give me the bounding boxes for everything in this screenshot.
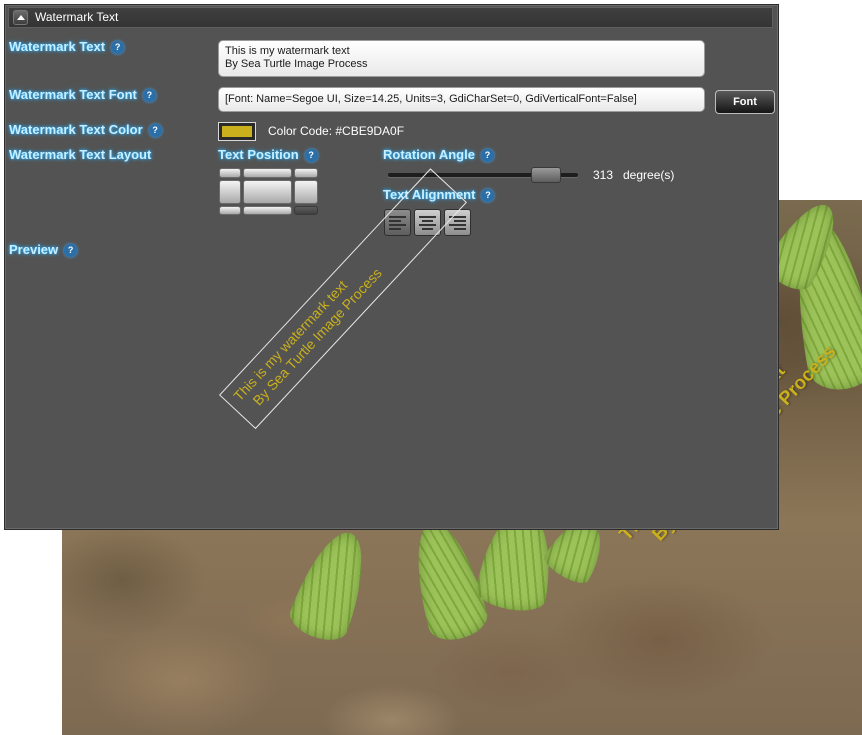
color-swatch[interactable]	[218, 122, 256, 141]
help-icon[interactable]: ?	[148, 124, 162, 137]
help-icon[interactable]: ?	[480, 149, 494, 162]
help-icon[interactable]: ?	[142, 89, 156, 102]
chevron-up-icon[interactable]	[13, 10, 28, 25]
panel-title: Watermark Text	[35, 10, 119, 24]
watermark-font-label: Watermark Text Font?	[9, 87, 156, 102]
rotation-value: 313	[593, 168, 614, 182]
watermark-text-label: Watermark Text?	[9, 39, 125, 54]
panel-header: Watermark Text	[8, 7, 773, 28]
help-icon[interactable]: ?	[481, 189, 495, 202]
rotation-unit: degree(s)	[623, 168, 675, 182]
preview-line2: By Sea Turtle Image Process	[249, 264, 385, 409]
rotation-angle-label: Rotation Angle?	[383, 147, 494, 162]
preview-line1: This is my watermark text	[230, 277, 351, 405]
position-top-center[interactable]	[243, 168, 292, 178]
preview-label: Preview?	[9, 242, 78, 257]
watermark-text-panel: Watermark Text Watermark Text? This is m…	[4, 4, 779, 530]
watermark-color-label: Watermark Text Color?	[9, 122, 162, 137]
text-position-label: Text Position?	[218, 147, 318, 162]
position-bottom-right[interactable]	[294, 206, 318, 215]
position-top-right[interactable]	[294, 168, 318, 178]
position-middle-left[interactable]	[219, 180, 241, 204]
help-icon[interactable]: ?	[64, 244, 78, 257]
color-code: Color Code: #CBE9DA0F	[268, 124, 405, 138]
help-icon[interactable]: ?	[111, 41, 125, 54]
preview-text: This is my watermark text By Sea Turtle …	[230, 253, 385, 416]
watermark-text-line1: This is my watermark text	[225, 45, 350, 57]
position-top-left[interactable]	[219, 168, 241, 178]
position-middle-center[interactable]	[243, 180, 292, 204]
position-bottom-left[interactable]	[219, 206, 241, 215]
position-bottom-center[interactable]	[243, 206, 292, 215]
help-icon[interactable]: ?	[304, 149, 318, 162]
position-middle-right[interactable]	[294, 180, 318, 204]
font-field[interactable]: [Font: Name=Segoe UI, Size=14.25, Units=…	[218, 87, 705, 112]
watermark-layout-label: Watermark Text Layout	[9, 147, 152, 162]
leaf	[284, 523, 380, 647]
watermark-text-line2: By Sea Turtle Image Process	[225, 58, 368, 70]
rotation-slider-thumb[interactable]	[531, 167, 561, 183]
watermark-text-input[interactable]: This is my watermark text By Sea Turtle …	[218, 40, 705, 77]
font-button[interactable]: Font	[715, 90, 775, 114]
